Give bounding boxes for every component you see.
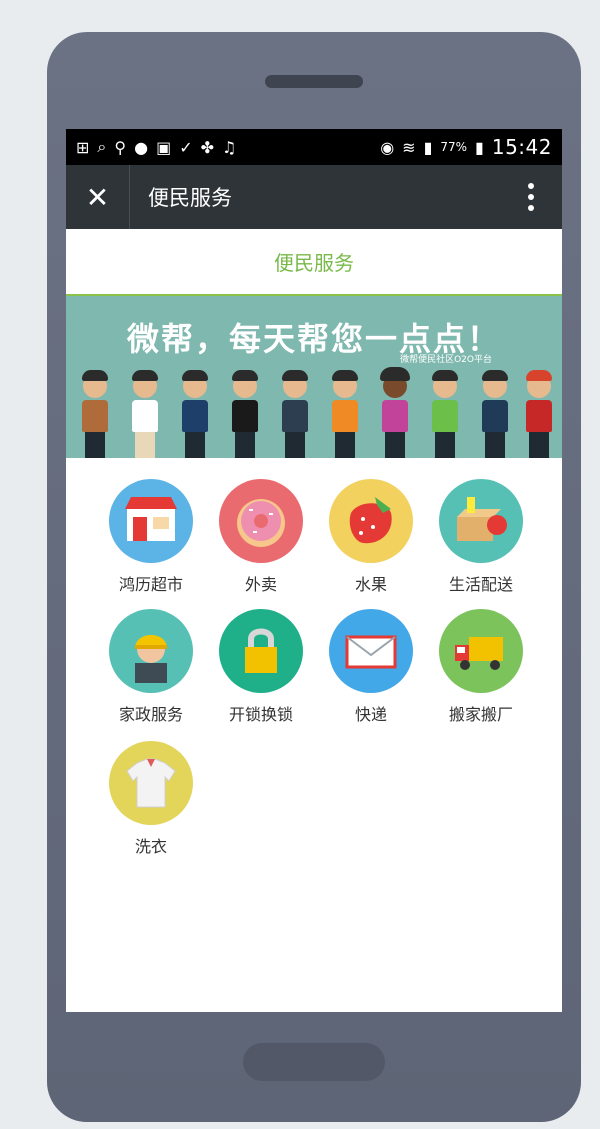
envelope-icon — [329, 609, 413, 693]
worker-icon — [109, 609, 193, 693]
service-tile-express[interactable]: 快递 — [316, 609, 426, 725]
service-label: 开锁换锁 — [228, 705, 293, 724]
person-illustration — [180, 370, 210, 458]
truck-icon — [439, 609, 523, 693]
person-illustration — [230, 370, 260, 458]
more-menu-button[interactable] — [528, 183, 534, 211]
person-illustration — [430, 370, 460, 458]
bell-icon: ♫ — [222, 137, 237, 157]
page-heading: 便民服务 — [66, 229, 562, 296]
close-button[interactable]: ✕ — [66, 165, 130, 229]
strawberry-icon — [329, 479, 413, 563]
photo-icon: ▣ — [156, 137, 172, 157]
service-label: 快递 — [354, 705, 387, 724]
more-dot-icon — [528, 183, 534, 189]
clock: 15:42 — [491, 135, 552, 159]
person-illustration — [524, 370, 554, 458]
speaker-grille — [265, 75, 363, 88]
person-illustration — [330, 370, 360, 458]
storefront-icon — [109, 479, 193, 563]
service-label: 外卖 — [244, 575, 277, 594]
donut-icon — [219, 479, 303, 563]
delivery-box-icon — [439, 479, 523, 563]
app-screen: ⊞ ⌕ ⚲ ● ▣ ✓ ✤ ♫ ◉ ≋ ▮ 77% ▮ 15:42 ✕ 便民服务… — [66, 129, 562, 1012]
check-icon: ✓ — [179, 137, 193, 157]
service-tile-supermarket[interactable]: 鸿历超市 — [96, 479, 206, 595]
service-label: 洗衣 — [134, 837, 167, 856]
service-tile-locksmith[interactable]: 开锁换锁 — [206, 609, 316, 725]
eye-icon: ◉ — [380, 137, 395, 157]
service-tile-moving[interactable]: 搬家搬厂 — [426, 609, 536, 725]
padlock-icon — [219, 609, 303, 693]
service-tile-laundry[interactable]: 洗衣 — [96, 741, 206, 857]
more-dot-icon — [528, 205, 534, 211]
system-icons: ◉ ≋ ▮ 77% ▮ 15:42 — [380, 135, 552, 159]
service-tile-delivery[interactable]: 生活配送 — [426, 479, 536, 595]
banner-subtitle: 微帮便民社区O2O平台 — [400, 355, 492, 365]
banner-illustration — [76, 367, 554, 458]
battery-icon: ▮ — [475, 137, 484, 157]
status-bar: ⊞ ⌕ ⚲ ● ▣ ✓ ✤ ♫ ◉ ≋ ▮ 77% ▮ 15:42 — [66, 129, 562, 165]
app-titlebar: ✕ 便民服务 — [66, 165, 562, 229]
notification-icons: ⊞ ⌕ ⚲ ● ▣ ✓ ✤ ♫ — [76, 137, 236, 157]
service-label: 鸿历超市 — [118, 575, 183, 594]
app-icon: ● — [134, 137, 149, 157]
battery-percent: 77% — [440, 140, 468, 154]
close-icon: ✕ — [85, 180, 110, 214]
service-label: 搬家搬厂 — [448, 705, 513, 724]
person-illustration — [480, 370, 510, 458]
more-dot-icon — [528, 194, 534, 200]
signal-icon: ▮ — [423, 137, 433, 157]
person-illustration — [80, 370, 110, 458]
shirt-icon — [109, 741, 193, 825]
person-illustration — [280, 370, 310, 458]
add-icon: ⊞ — [76, 137, 90, 157]
search-icon: ⌕ — [97, 137, 107, 156]
person-illustration — [380, 367, 410, 458]
promo-banner[interactable]: 微帮，每天帮您一点点！ 微帮便民社区O2O平台 — [66, 296, 562, 458]
service-tile-fruit[interactable]: 水果 — [316, 479, 426, 595]
wifi-icon: ≋ — [402, 137, 416, 157]
usb-icon: ⚲ — [114, 137, 127, 157]
home-button[interactable] — [243, 1043, 385, 1081]
service-label: 家政服务 — [118, 705, 183, 724]
service-label: 生活配送 — [448, 575, 513, 594]
paw-icon: ✤ — [200, 137, 214, 157]
service-tile-takeout[interactable]: 外卖 — [206, 479, 316, 595]
window-title: 便民服务 — [148, 186, 232, 210]
service-label: 水果 — [354, 575, 387, 594]
service-tile-housekeeping[interactable]: 家政服务 — [96, 609, 206, 725]
person-illustration — [130, 370, 160, 458]
